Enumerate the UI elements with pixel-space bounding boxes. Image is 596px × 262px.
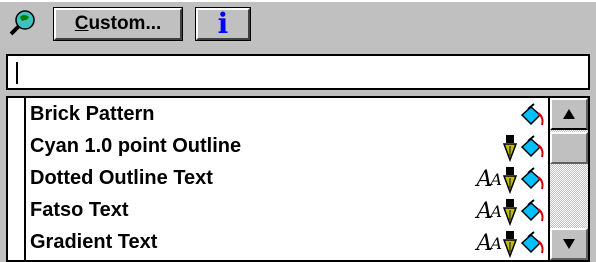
style-type-icons bbox=[518, 102, 546, 130]
list-item-label: Dotted Outline Text bbox=[30, 167, 213, 189]
aa-large-glyph: A bbox=[476, 199, 493, 224]
pen-nib-icon bbox=[502, 198, 518, 226]
pen-nib-icon bbox=[502, 166, 518, 194]
aa-large-glyph: A bbox=[476, 231, 493, 256]
text-aa-icon: AA bbox=[476, 230, 502, 258]
aa-small-glyph: A bbox=[490, 234, 501, 253]
scroll-thumb[interactable] bbox=[550, 132, 588, 164]
toolbar: Custom... i bbox=[0, 2, 596, 48]
pen-nib-icon bbox=[502, 230, 518, 258]
list-item-label: Brick Pattern bbox=[30, 103, 155, 125]
styles-panel: Custom... i Brick Pattern Cyan 1.0 point … bbox=[0, 2, 596, 262]
list-rows: Brick Pattern Cyan 1.0 point Outline Dotte… bbox=[26, 98, 554, 260]
text-caret bbox=[16, 62, 18, 84]
fill-bucket-icon bbox=[518, 103, 546, 129]
custom-button[interactable]: Custom... bbox=[53, 7, 183, 41]
aa-small-glyph: A bbox=[490, 170, 501, 189]
info-button[interactable]: i bbox=[195, 7, 251, 41]
scroll-down-button[interactable] bbox=[550, 228, 588, 260]
list-item-label: Gradient Text bbox=[30, 231, 158, 253]
list-item[interactable]: Cyan 1.0 point Outline bbox=[26, 132, 554, 164]
list-item[interactable]: Dotted Outline Text A A bbox=[26, 164, 554, 196]
fill-bucket-icon bbox=[518, 199, 546, 225]
scroll-up-button[interactable] bbox=[550, 98, 588, 130]
list-item[interactable]: Brick Pattern bbox=[26, 100, 554, 132]
pen-nib-icon bbox=[502, 134, 518, 162]
vertical-scrollbar[interactable] bbox=[548, 98, 588, 260]
aa-small-glyph: A bbox=[490, 202, 501, 221]
aa-large-glyph: A bbox=[476, 167, 493, 192]
fill-bucket-icon bbox=[518, 135, 546, 161]
fill-bucket-icon bbox=[518, 167, 546, 193]
style-type-icons: AA bbox=[477, 166, 546, 194]
custom-button-mnemonic: C bbox=[74, 13, 89, 34]
list-item-label: Cyan 1.0 point Outline bbox=[30, 135, 242, 157]
list-item[interactable]: Gradient Text A A bbox=[26, 228, 554, 260]
text-aa-icon: AA bbox=[476, 166, 502, 194]
arrow-up-icon bbox=[563, 109, 575, 119]
arrow-down-icon bbox=[563, 239, 575, 249]
style-type-icons: AA bbox=[477, 230, 546, 258]
fill-bucket-icon bbox=[518, 231, 546, 257]
styles-list[interactable]: Brick Pattern Cyan 1.0 point Outline Dotte… bbox=[6, 96, 590, 262]
list-gutter bbox=[8, 98, 26, 260]
info-icon: i bbox=[217, 7, 229, 40]
custom-button-label: ustom... bbox=[88, 13, 162, 34]
globe-icon[interactable] bbox=[8, 8, 38, 38]
style-name-input[interactable] bbox=[6, 54, 590, 90]
style-type-icons: AA bbox=[477, 198, 546, 226]
style-type-icons bbox=[502, 134, 546, 162]
text-aa-icon: AA bbox=[476, 198, 502, 226]
list-item[interactable]: Fatso Text A A bbox=[26, 196, 554, 228]
list-item-label: Fatso Text bbox=[30, 199, 129, 221]
